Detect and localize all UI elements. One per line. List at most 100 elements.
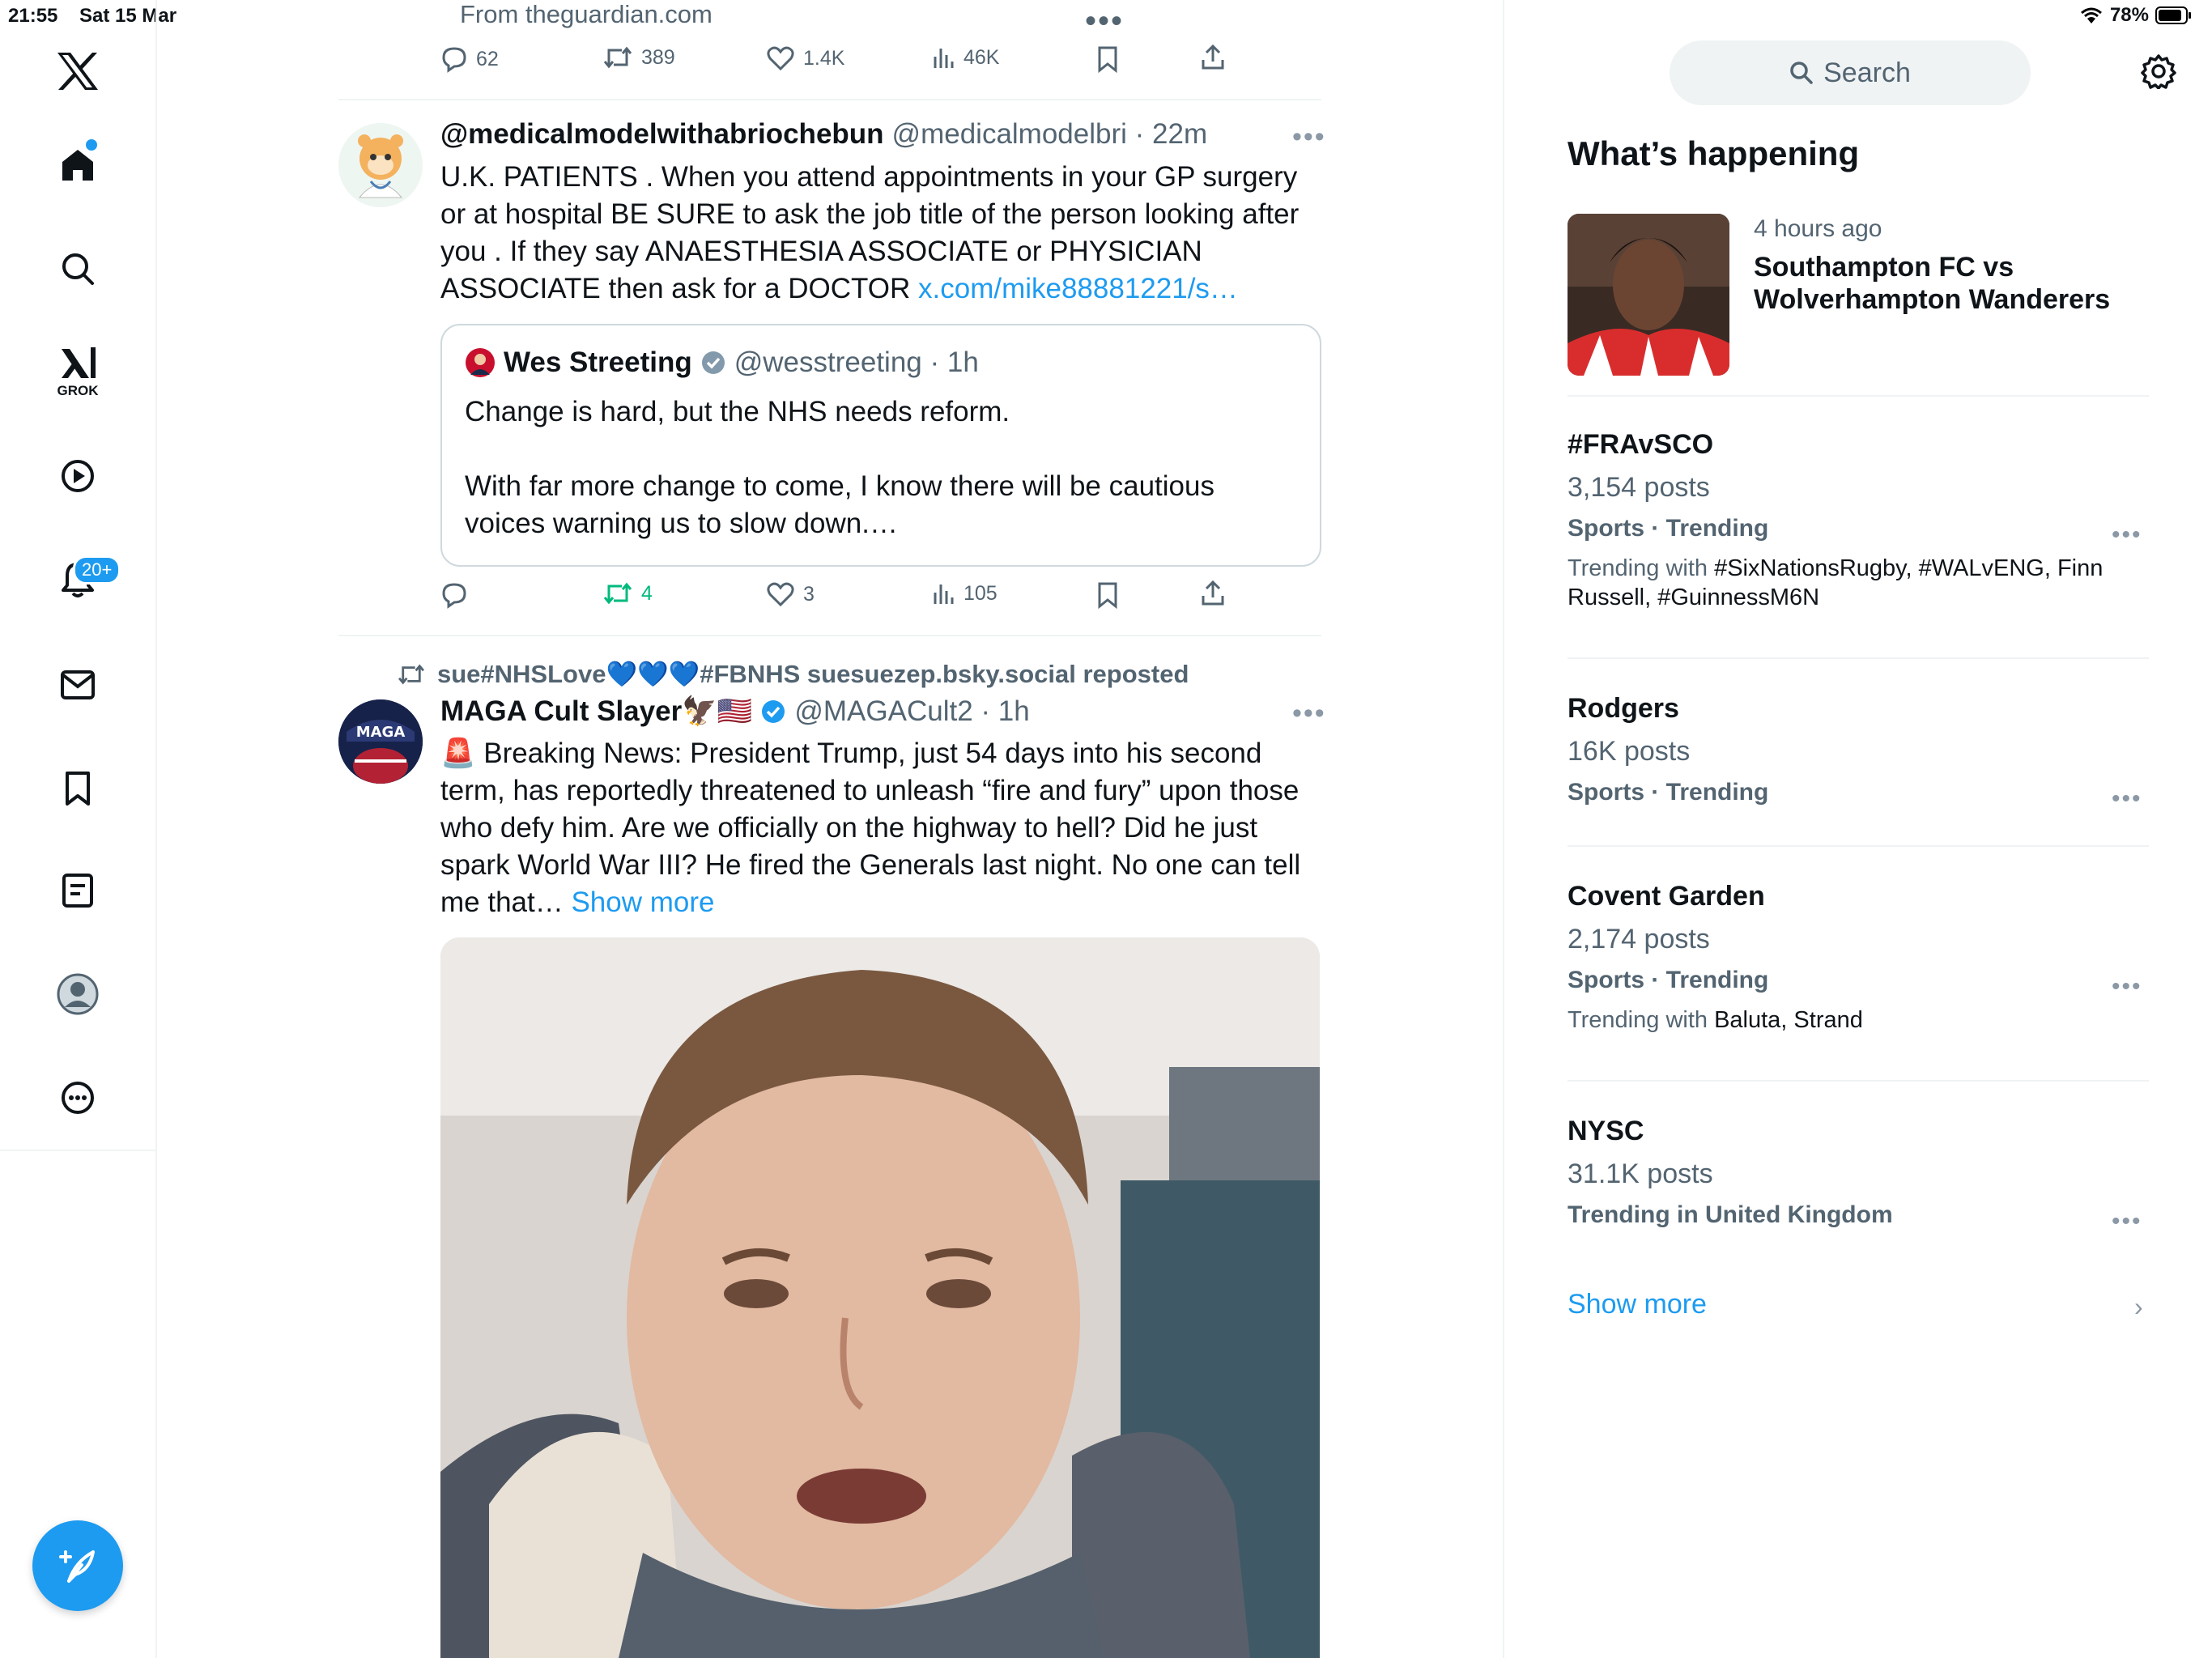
video-icon[interactable] bbox=[45, 444, 110, 508]
left-nav: GROK 20+ bbox=[0, 0, 157, 1658]
trend-more-icon[interactable]: ••• bbox=[2112, 973, 2142, 1001]
tweet-header: @medicalmodelwithabriochebun @medicalmod… bbox=[440, 118, 1207, 151]
avatar[interactable]: MAGA bbox=[338, 699, 423, 784]
search-bar[interactable]: Search bbox=[1670, 40, 2031, 105]
trend-more-icon[interactable]: ••• bbox=[2112, 1208, 2142, 1235]
views-button[interactable]: 105 bbox=[931, 581, 998, 606]
trend-more-icon[interactable]: ••• bbox=[2112, 521, 2142, 549]
hamster-doctor-avatar-icon bbox=[338, 123, 423, 207]
reply-button[interactable]: 62 bbox=[440, 45, 499, 73]
featured-title: Southampton FC vs Wolverhampton Wanderer… bbox=[1754, 252, 2111, 315]
quote-author-name[interactable]: Wes Streeting bbox=[504, 346, 692, 379]
trend-title: #FRAvSCO bbox=[1568, 429, 1714, 460]
repost-icon bbox=[603, 46, 632, 69]
show-more-link[interactable]: Show more bbox=[571, 886, 714, 918]
media-more-icon[interactable]: ••• bbox=[1085, 3, 1124, 40]
avatar-text: MAGA bbox=[356, 724, 406, 741]
quote-header: Wes Streeting @wesstreeting · 1h bbox=[465, 346, 979, 379]
trend-category: Trending in United Kingdom bbox=[1568, 1201, 1893, 1228]
footballer-photo bbox=[1568, 214, 1729, 376]
settings-gear-icon[interactable] bbox=[2141, 53, 2176, 89]
search-placeholder: Search bbox=[1823, 57, 1911, 88]
tweet-link[interactable]: x.com/mike88881221/s… bbox=[918, 273, 1238, 304]
show-more-trends-link[interactable]: Show more bbox=[1568, 1289, 1707, 1320]
author-handle-time[interactable]: @medicalmodelbri · 22m bbox=[892, 118, 1208, 151]
trending-with-label: Trending with bbox=[1568, 1007, 1715, 1033]
trend-post-count: 3,154 posts bbox=[1568, 472, 1710, 503]
trend-divider bbox=[1568, 657, 2149, 659]
heart-icon bbox=[767, 582, 794, 607]
home-unread-dot bbox=[86, 139, 97, 151]
views-button[interactable]: 46K bbox=[931, 45, 999, 70]
quote-line-1: Change is hard, but the NHS needs reform… bbox=[465, 396, 1010, 427]
trend-item[interactable]: Covent Garden 2,174 posts Sports · Trend… bbox=[1568, 881, 2150, 1035]
trend-post-count: 16K posts bbox=[1568, 736, 1691, 767]
like-button[interactable]: 3 bbox=[766, 581, 815, 607]
reply-button[interactable] bbox=[440, 581, 468, 609]
like-count: 3 bbox=[803, 582, 815, 606]
profile-avatar-icon[interactable] bbox=[45, 962, 110, 1027]
trend-related: Trending with #SixNationsRugby, #WALvENG… bbox=[1568, 554, 2150, 612]
author-handle-time[interactable]: @MAGACult2 · 1h bbox=[794, 695, 1029, 728]
chevron-right-icon[interactable]: › bbox=[2134, 1292, 2143, 1322]
repost-icon bbox=[603, 582, 632, 605]
repost-attribution[interactable]: sue#NHSLove💙💙💙#FBNHS suesuezep.bsky.soci… bbox=[397, 659, 1189, 689]
more-options-icon[interactable] bbox=[45, 1065, 110, 1130]
trending-with-tags: Baluta, Strand bbox=[1714, 1007, 1863, 1033]
search-icon[interactable] bbox=[45, 236, 110, 301]
like-button[interactable]: 1.4K bbox=[766, 45, 844, 71]
bookmarks-icon[interactable] bbox=[45, 756, 110, 821]
quote-handle-time[interactable]: @wesstreeting · 1h bbox=[734, 346, 979, 379]
repost-button[interactable]: 389 bbox=[602, 45, 675, 70]
compose-post-button[interactable] bbox=[32, 1520, 123, 1611]
x-logo-icon[interactable] bbox=[45, 39, 110, 104]
repost-count: 389 bbox=[641, 45, 675, 69]
share-icon bbox=[1202, 44, 1224, 70]
home-icon[interactable] bbox=[45, 133, 110, 198]
repost-button[interactable]: 4 bbox=[602, 581, 653, 606]
avatar[interactable] bbox=[338, 123, 423, 207]
grok-label: GROK bbox=[57, 383, 99, 398]
quote-line-2: With far more change to come, I know the… bbox=[465, 470, 1214, 539]
quote-text: Change is hard, but the NHS needs reform… bbox=[465, 393, 1299, 542]
share-button[interactable] bbox=[1200, 580, 1226, 607]
trend-title: NYSC bbox=[1568, 1116, 1644, 1146]
trend-divider bbox=[1568, 1080, 2149, 1082]
trend-category: Sports · Trending bbox=[1568, 967, 1769, 993]
maga-avatar-icon: MAGA bbox=[338, 699, 423, 784]
whats-happening-title: What’s happening bbox=[1568, 134, 1860, 172]
video-media[interactable] bbox=[440, 937, 1320, 1658]
trend-post-count: 2,174 posts bbox=[1568, 924, 1710, 954]
trend-item[interactable]: NYSC 31.1K posts Trending in United King… bbox=[1568, 1116, 2150, 1229]
lists-icon[interactable] bbox=[45, 858, 110, 923]
bookmark-icon bbox=[1098, 582, 1117, 609]
trend-more-icon[interactable]: ••• bbox=[2112, 785, 2142, 813]
search-icon bbox=[1790, 62, 1813, 84]
share-button[interactable] bbox=[1200, 44, 1226, 71]
author-name[interactable]: MAGA Cult Slayer🦅🇺🇸 bbox=[440, 695, 752, 728]
trending-with-label: Trending with bbox=[1568, 555, 1715, 581]
nav-divider bbox=[0, 1150, 155, 1151]
grok-icon[interactable]: GROK bbox=[45, 340, 110, 405]
author-name[interactable]: @medicalmodelwithabriochebun bbox=[440, 118, 884, 151]
heart-icon bbox=[767, 46, 794, 71]
reply-icon bbox=[442, 583, 466, 609]
views-chart-icon bbox=[934, 585, 954, 604]
views-count: 105 bbox=[963, 581, 998, 605]
trend-item[interactable]: #FRAvSCO 3,154 posts Sports · Trending T… bbox=[1568, 429, 2150, 612]
tweet-more-icon[interactable]: ••• bbox=[1292, 121, 1326, 153]
bookmark-button[interactable] bbox=[1096, 581, 1119, 609]
repost-count: 4 bbox=[641, 581, 653, 605]
quote-avatar[interactable] bbox=[465, 347, 496, 378]
link-source-label[interactable]: From theguardian.com bbox=[460, 0, 713, 29]
trend-item[interactable]: Rodgers 16K posts Sports · Trending bbox=[1568, 693, 2150, 806]
quoted-tweet[interactable]: Wes Streeting @wesstreeting · 1h Change … bbox=[440, 324, 1321, 567]
messages-envelope-icon[interactable] bbox=[45, 653, 110, 717]
trend-title: Rodgers bbox=[1568, 693, 1679, 724]
featured-event[interactable]: 4 hours ago Southampton FC vs Wolverhamp… bbox=[1754, 215, 2159, 316]
video-thumbnail bbox=[440, 937, 1320, 1658]
featured-event-image[interactable] bbox=[1568, 214, 1729, 376]
bookmark-button[interactable] bbox=[1096, 45, 1119, 73]
views-chart-icon bbox=[934, 49, 954, 68]
tweet-more-icon[interactable]: ••• bbox=[1292, 698, 1326, 729]
